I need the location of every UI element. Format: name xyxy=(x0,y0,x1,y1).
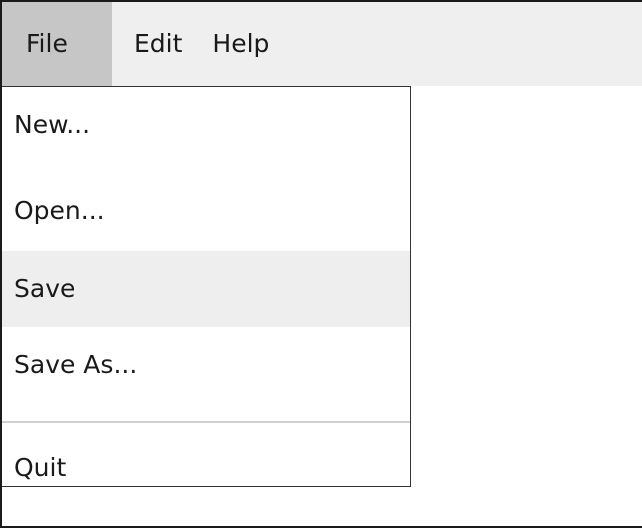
menu-item-quit[interactable]: Quit xyxy=(2,430,410,506)
file-dropdown-menu: New... Open... Save Save As... Quit xyxy=(2,86,411,487)
menu-edit[interactable]: Edit xyxy=(112,2,182,86)
menu-item-save[interactable]: Save xyxy=(2,251,410,327)
menu-item-new[interactable]: New... xyxy=(2,87,410,163)
menu-item-save-as[interactable]: Save As... xyxy=(2,327,410,403)
menu-bar: File Edit Help xyxy=(2,2,642,86)
menu-separator xyxy=(2,421,410,423)
menu-help[interactable]: Help xyxy=(182,2,269,86)
app-window: File Edit Help New... Open... Save Save … xyxy=(0,0,642,528)
menu-file[interactable]: File xyxy=(2,2,112,86)
menu-item-open[interactable]: Open... xyxy=(2,173,410,249)
